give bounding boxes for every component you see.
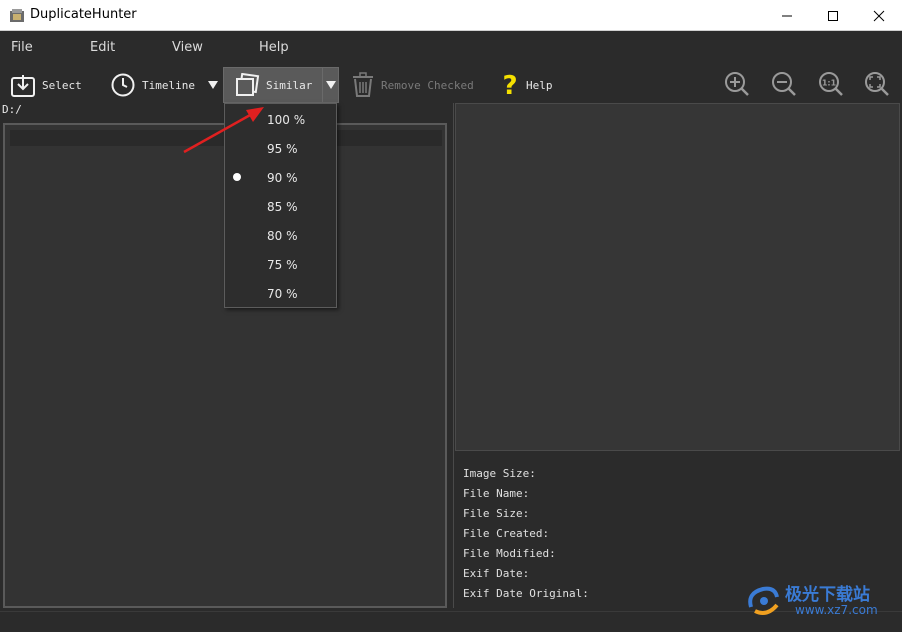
info-exif-date-original: Exif Date Original: xyxy=(463,587,589,600)
similarity-option-70[interactable]: 70 % xyxy=(225,279,336,308)
remove-checked-label: Remove Checked xyxy=(381,78,474,92)
close-icon xyxy=(873,10,885,21)
close-button[interactable] xyxy=(856,0,902,31)
watermark-url: www.xz7.com xyxy=(795,603,878,617)
triangle-down-icon xyxy=(325,81,336,89)
option-label: 95 % xyxy=(267,142,298,156)
menu-view[interactable]: View xyxy=(172,40,203,55)
zoom-out-icon[interactable] xyxy=(770,70,798,98)
selected-radio-icon xyxy=(233,173,241,181)
similarity-option-85[interactable]: 85 % xyxy=(225,192,336,221)
similar-button[interactable]: Similar xyxy=(223,67,323,103)
info-exif-date: Exif Date: xyxy=(463,567,530,580)
info-image-size: Image Size: xyxy=(463,467,536,480)
image-preview xyxy=(455,103,900,451)
select-label: Select xyxy=(42,78,82,92)
option-label: 90 % xyxy=(267,171,298,185)
info-file-name: File Name: xyxy=(463,487,530,500)
file-info-panel: Image Size: File Name: File Size: File C… xyxy=(463,466,589,606)
zoom-actual-size-icon[interactable]: 1:1 xyxy=(817,70,845,98)
trash-icon xyxy=(353,72,373,97)
select-button[interactable]: Select xyxy=(10,67,82,103)
menu-file[interactable]: File xyxy=(11,40,33,55)
help-label: Help xyxy=(526,78,553,92)
window-title: DuplicateHunter xyxy=(30,7,137,22)
timeline-button[interactable]: Timeline xyxy=(110,67,195,103)
minimize-icon xyxy=(782,15,792,16)
similarity-option-100[interactable]: 100 % xyxy=(225,105,336,134)
panel-divider[interactable] xyxy=(453,103,454,608)
maximize-icon xyxy=(828,10,838,21)
svg-text:1:1: 1:1 xyxy=(822,79,837,88)
option-label: 80 % xyxy=(267,229,298,243)
similar-dropdown-arrow[interactable] xyxy=(322,67,339,103)
watermark-logo-icon xyxy=(748,586,779,615)
option-label: 75 % xyxy=(267,258,298,272)
toolbar: Select Timeline Similar Remove Checked ?… xyxy=(0,64,902,104)
menu-bar: File Edit View Help xyxy=(0,31,902,64)
watermark: 极光下载站 www.xz7.com xyxy=(745,579,895,621)
similarity-option-80[interactable]: 80 % xyxy=(225,221,336,250)
info-file-modified: File Modified: xyxy=(463,547,556,560)
help-button[interactable]: ? Help xyxy=(500,67,553,103)
similar-label: Similar xyxy=(266,78,313,92)
app-icon xyxy=(10,9,24,22)
current-path: D:/ xyxy=(2,103,22,116)
download-icon xyxy=(11,75,35,97)
timeline-dropdown-arrow[interactable] xyxy=(205,67,221,103)
timeline-label: Timeline xyxy=(142,78,195,92)
info-file-size: File Size: xyxy=(463,507,530,520)
svg-text:?: ? xyxy=(502,71,517,99)
info-file-created: File Created: xyxy=(463,527,550,540)
option-label: 85 % xyxy=(267,200,298,214)
triangle-down-icon xyxy=(208,81,218,89)
watermark-text: 极光下载站 xyxy=(785,585,870,605)
similarity-option-75[interactable]: 75 % xyxy=(225,250,336,279)
remove-checked-button[interactable]: Remove Checked xyxy=(351,67,474,103)
menu-help[interactable]: Help xyxy=(259,40,289,55)
similarity-dropdown-menu: 100 % 95 % 90 % 85 % 80 % 75 % 70 % xyxy=(224,103,337,308)
title-bar: DuplicateHunter xyxy=(0,0,902,31)
option-label: 100 % xyxy=(267,113,306,127)
photos-icon xyxy=(236,73,260,96)
zoom-in-icon[interactable] xyxy=(723,70,751,98)
zoom-fit-icon[interactable] xyxy=(863,70,891,98)
minimize-button[interactable] xyxy=(764,0,810,31)
maximize-button[interactable] xyxy=(810,0,856,31)
similarity-option-90[interactable]: 90 % xyxy=(225,163,336,192)
clock-icon xyxy=(111,73,135,97)
similarity-option-95[interactable]: 95 % xyxy=(225,134,336,163)
menu-edit[interactable]: Edit xyxy=(90,40,115,55)
option-label: 70 % xyxy=(267,287,298,301)
question-mark-icon: ? xyxy=(502,71,517,99)
